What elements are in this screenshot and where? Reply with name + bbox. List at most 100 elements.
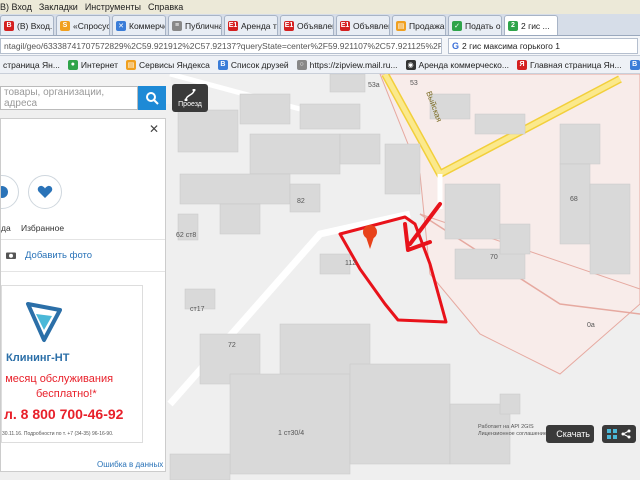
tab-favicon-icon: E1 <box>284 20 294 31</box>
tab-favicon-icon: ▤ <box>396 20 406 31</box>
tab-label: Объявлен... <box>353 20 389 31</box>
bookmark-item[interactable]: Я Главная страница Ян... <box>516 59 622 70</box>
building <box>589 183 631 275</box>
tab-label: «Спросус ... <box>73 20 110 31</box>
browser-tab[interactable]: ≡Публична... <box>168 15 222 35</box>
api-credit[interactable]: Работает на API 2GIS <box>478 424 547 431</box>
building <box>339 133 381 165</box>
map-label-70: 70 <box>490 254 498 261</box>
bookmark-item[interactable]: ◉ Аренда коммерческо... <box>405 59 509 70</box>
menu-item-bookmarks[interactable]: Закладки <box>39 2 78 12</box>
map-label-112: 112 <box>345 260 357 267</box>
bookmarks-bar: Ястраница Ян... ●Интернет ▤Сервисы Яндекса… <box>0 56 640 74</box>
browser-tab[interactable]: ✓Подать об... <box>448 15 502 35</box>
map-copyright: Работает на API 2GIS Лицензионное соглаш… <box>478 424 547 438</box>
share-icon <box>1 186 8 198</box>
bookmark-favicon-icon: ○ <box>296 59 307 70</box>
browser-tab[interactable]: E1Объявлен... <box>336 15 390 35</box>
menu-item-login[interactable]: (B) Вход <box>0 2 32 12</box>
menu-item-help[interactable]: Справка <box>148 2 183 12</box>
favorite-label: Избранное <box>21 223 65 233</box>
ad-line-2: бесплатно!* <box>36 388 97 400</box>
browser-menubar: (B) Вход Закладки Инструменты Справка <box>0 0 640 14</box>
browser-tab[interactable]: E1Аренда то... <box>224 15 278 35</box>
report-error-link[interactable]: Ошибка в данных <box>97 460 163 469</box>
tab-favicon-icon: S <box>60 20 70 31</box>
map-pin-tail <box>366 237 374 249</box>
browser-tab[interactable]: ▤Продажа з... <box>392 15 446 35</box>
building <box>349 363 451 465</box>
route-icon <box>184 88 196 101</box>
camera-icon <box>6 252 16 259</box>
building <box>169 453 231 480</box>
building <box>559 123 601 165</box>
bookmark-label: Интернет <box>80 59 119 70</box>
ad-phone: л. 8 800 700-46-92 <box>4 406 124 422</box>
route-label: Проезд <box>178 100 202 108</box>
bookmark-item[interactable]: ● Интернет <box>67 59 119 70</box>
browser-tab[interactable]: B (В) Вход... <box>0 15 54 35</box>
bookmark-label: Главная страница Ян... <box>529 59 622 70</box>
building <box>499 393 521 415</box>
building <box>179 173 291 205</box>
tab-favicon-icon: E1 <box>228 20 238 31</box>
bookmark-item[interactable]: ○ https://zipview.mail.ru... <box>296 59 398 70</box>
panel-divider <box>1 271 165 272</box>
bookmark-item[interactable]: Ястраница Ян... <box>0 60 60 70</box>
license-link[interactable]: Лицензионное соглашение <box>478 431 547 438</box>
download-app-button[interactable]: Скачать <box>546 425 594 443</box>
bookmark-favicon-icon: Я <box>516 59 527 70</box>
building <box>559 163 591 245</box>
tab-label: Аренда то... <box>241 20 277 31</box>
bookmark-item[interactable]: ВАудиозаписи Виталия... <box>629 59 640 70</box>
browser-search-field[interactable]: G 2 гис максима горького 1 <box>448 37 638 54</box>
grid-icon[interactable] <box>607 429 617 439</box>
bookmark-favicon-icon: В <box>629 59 640 70</box>
tab-favicon-icon: 2 <box>508 20 518 31</box>
map-label-82: 82 <box>297 198 305 205</box>
bookmark-favicon-icon: В <box>217 59 228 70</box>
tab-label: (В) Вход... <box>17 20 54 31</box>
ad-brand: Клининг-НТ <box>6 352 70 364</box>
close-icon[interactable]: ✕ <box>149 122 159 136</box>
favorite-button[interactable] <box>28 175 62 209</box>
bookmark-favicon-icon: ◉ <box>405 59 416 70</box>
bookmark-label: Аренда коммерческо... <box>418 59 509 70</box>
add-photo-link[interactable]: Добавить фото <box>25 250 92 261</box>
share-icon[interactable] <box>621 429 631 439</box>
tab-favicon-icon: ✕ <box>116 20 126 31</box>
building <box>229 373 351 475</box>
address-bar[interactable]: ntagil/geo/63338741707572829%2C59.921912… <box>0 37 442 54</box>
browser-tab[interactable]: ✕Коммерче... <box>112 15 166 35</box>
building <box>239 93 291 125</box>
place-card-panel: ✕ да Избранное Добавить фото Клининг-НТ … <box>0 118 166 472</box>
panel-divider <box>1 239 165 240</box>
bookmark-label: Сервисы Яндекса <box>139 59 210 70</box>
map-search-placeholder: товары, организации, адреса <box>4 87 105 109</box>
building <box>299 103 361 130</box>
menu-item-tools[interactable]: Инструменты <box>85 2 141 12</box>
bookmark-label: Список друзей <box>230 59 289 70</box>
browser-search-value: 2 гис максима горького 1 <box>462 40 560 51</box>
building <box>474 113 526 135</box>
map-search-input[interactable]: товары, организации, адреса <box>0 86 138 110</box>
building <box>177 109 239 153</box>
browser-tab[interactable]: S«Спросус ... <box>56 15 110 35</box>
bookmark-item[interactable]: В Список друзей <box>217 59 289 70</box>
building <box>329 74 366 93</box>
map-label-20a: 0а <box>587 322 595 329</box>
map-label-53a: 53а <box>368 82 380 89</box>
browser-tab[interactable]: 22 гис ... <box>504 15 558 35</box>
map-label-30: 1 ст30/4 <box>278 430 305 437</box>
advertisement-banner[interactable]: Клининг-НТ й месяц обслуживания бесплатн… <box>1 285 143 443</box>
bookmark-item[interactable]: ▤ Сервисы Яндекса <box>126 59 210 70</box>
building <box>219 203 261 235</box>
route-button[interactable]: Проезд <box>172 84 208 112</box>
share-toolbar[interactable] <box>602 425 636 443</box>
browser-tab[interactable]: E1Объявлен... <box>280 15 334 35</box>
share-button[interactable] <box>1 175 19 209</box>
search-icon <box>146 92 159 105</box>
building <box>249 133 341 175</box>
heart-icon <box>37 185 53 198</box>
map-search-button[interactable] <box>138 86 166 110</box>
